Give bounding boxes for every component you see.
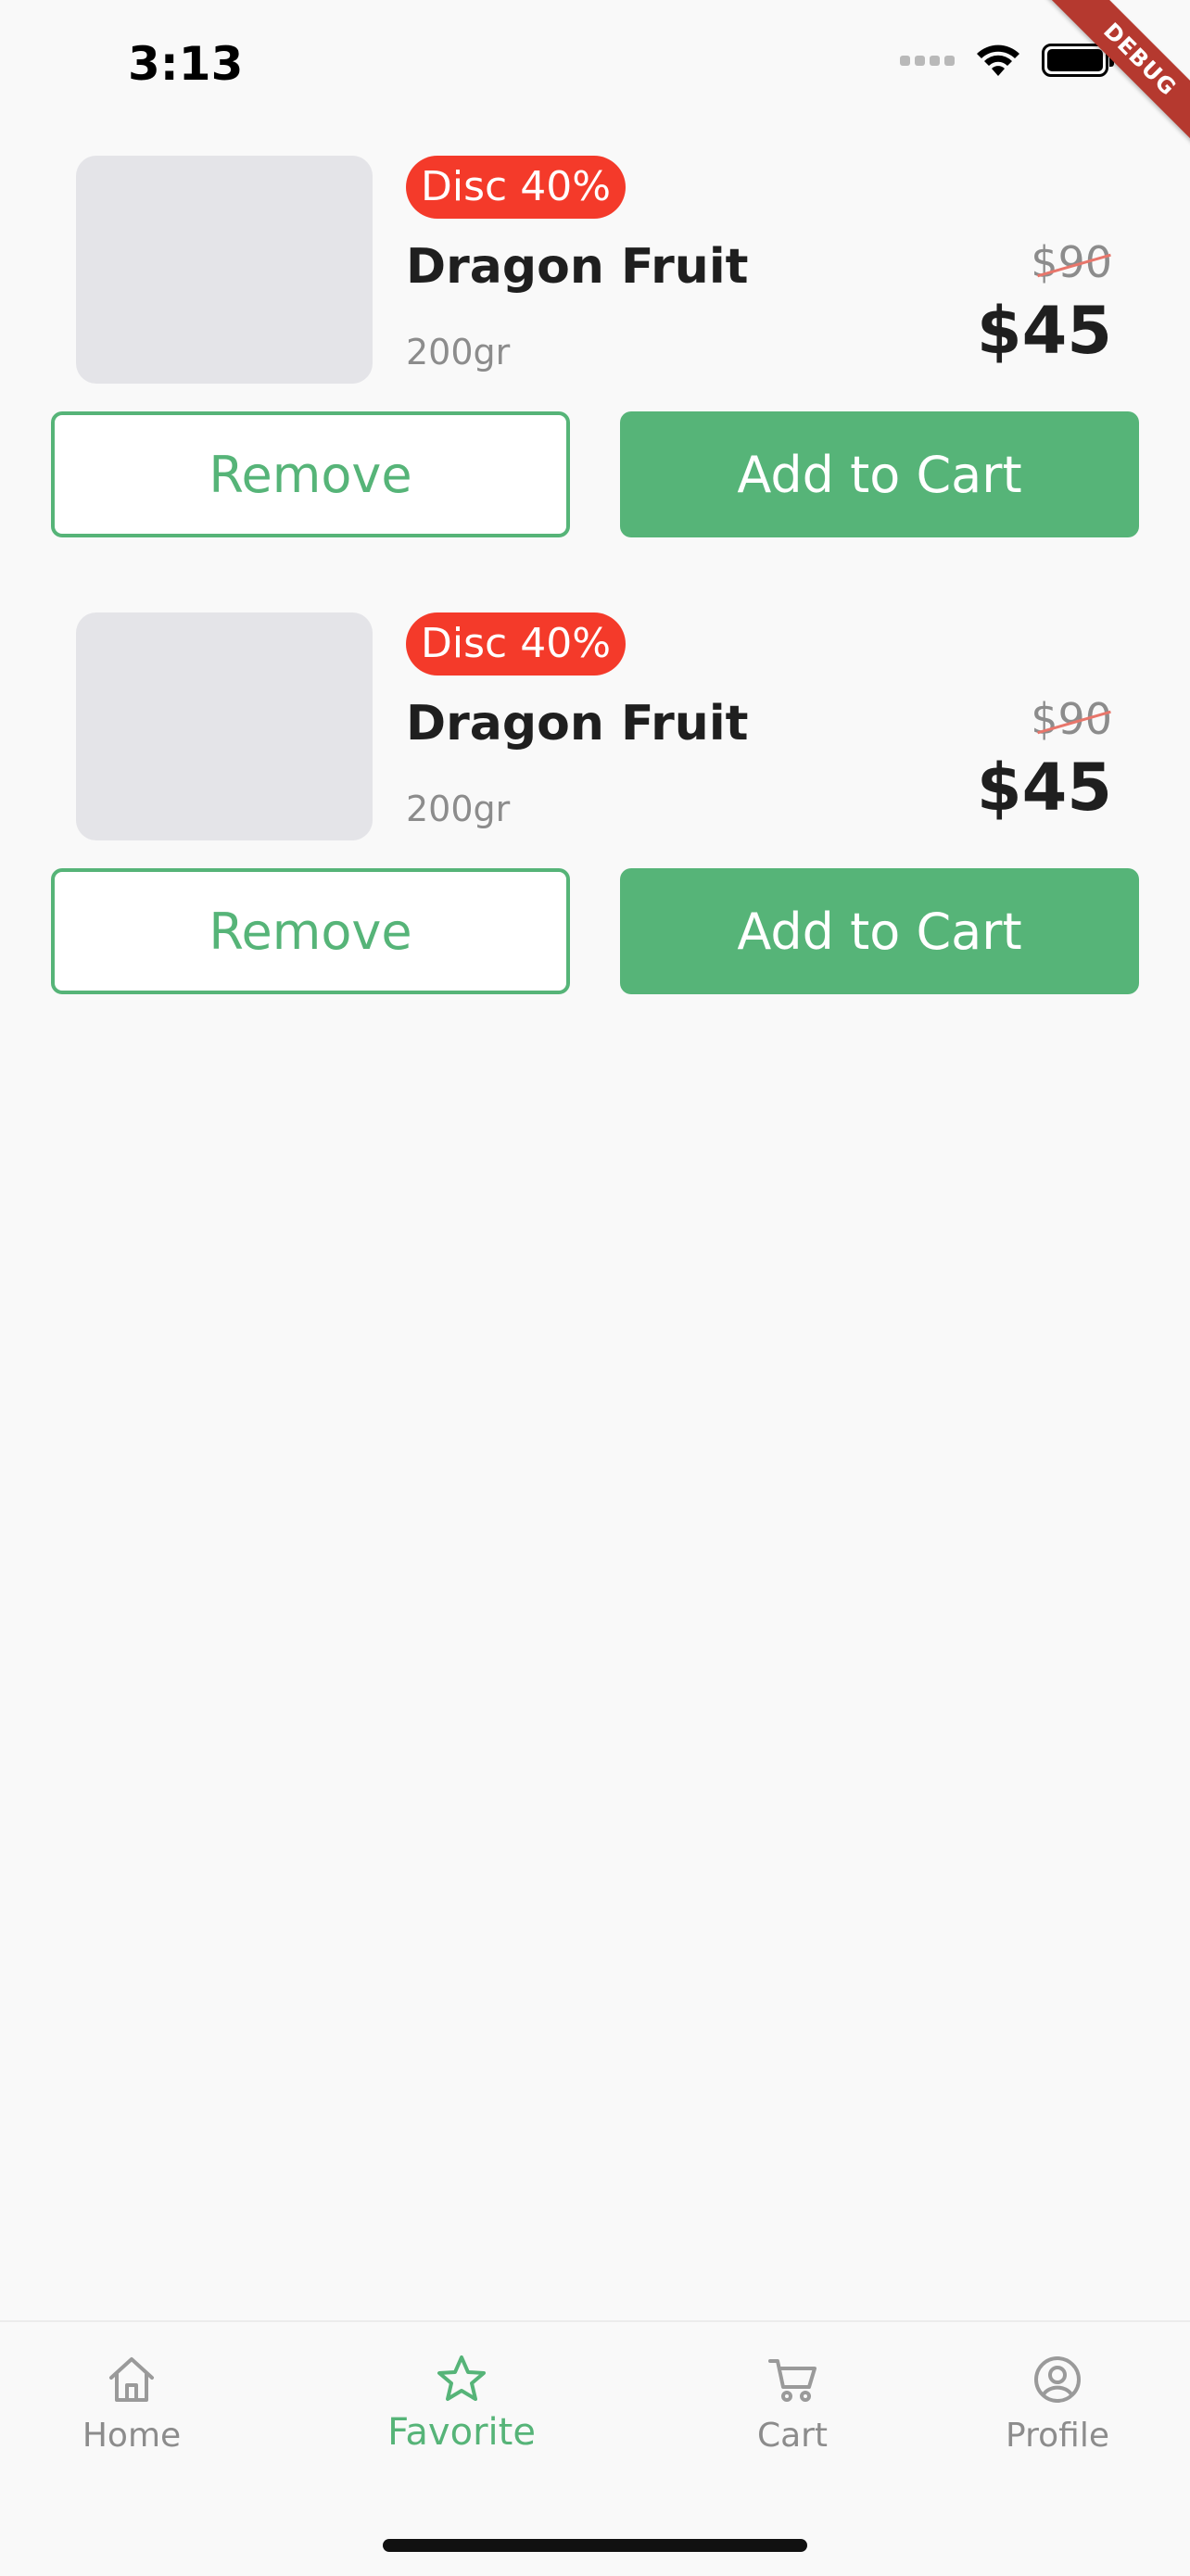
remove-button[interactable]: Remove [51, 411, 570, 537]
star-icon [437, 2355, 486, 2401]
product-card: Disc 40% Dragon Fruit 200gr $90 $45 Remo… [0, 156, 1190, 600]
discount-badge: Disc 40% [406, 156, 627, 219]
bottom-tab-bar: Home Favorite Cart Profile [0, 2320, 1190, 2576]
tab-home-label: Home [82, 2417, 182, 2455]
original-price: $90 [1031, 694, 1112, 744]
debug-banner-wrap: DEBUG [1014, 0, 1190, 176]
add-to-cart-button[interactable]: Add to Cart [620, 868, 1139, 994]
discount-badge: Disc 40% [406, 612, 627, 676]
status-time: 3:13 [128, 37, 244, 91]
debug-banner: DEBUG [1027, 0, 1190, 172]
product-card: Disc 40% Dragon Fruit 200gr $90 $45 Remo… [0, 612, 1190, 1057]
original-price: $90 [1031, 237, 1112, 287]
tab-cart[interactable]: Cart [681, 2322, 904, 2489]
status-bar: 3:13 [0, 0, 1190, 130]
discounted-price: $45 [976, 293, 1112, 369]
cart-icon [768, 2359, 817, 2402]
product-name: Dragon Fruit [406, 696, 749, 751]
cellular-signal-icon [900, 55, 955, 66]
product-image-placeholder[interactable] [76, 612, 373, 840]
tab-cart-label: Cart [756, 2417, 829, 2455]
home-indicator [383, 2539, 807, 2552]
product-weight: 200gr [406, 332, 511, 373]
home-icon [109, 2357, 154, 2402]
add-to-cart-button[interactable]: Add to Cart [620, 411, 1139, 537]
tab-favorite-label: Favorite [387, 2411, 536, 2454]
product-weight: 200gr [406, 789, 511, 829]
tab-home[interactable]: Home [20, 2322, 243, 2489]
tab-profile[interactable]: Profile [946, 2322, 1169, 2489]
tab-favorite[interactable]: Favorite [350, 2322, 573, 2489]
remove-button[interactable]: Remove [51, 868, 570, 994]
discounted-price: $45 [976, 750, 1112, 826]
profile-icon [1034, 2356, 1081, 2403]
tab-profile-label: Profile [1006, 2417, 1109, 2455]
product-image-placeholder[interactable] [76, 156, 373, 384]
product-name: Dragon Fruit [406, 239, 749, 295]
